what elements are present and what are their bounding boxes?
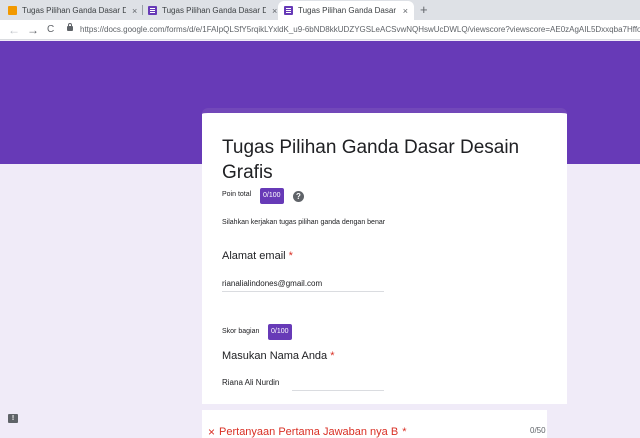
forms-icon — [284, 6, 293, 15]
incorrect-icon: × — [208, 425, 216, 438]
name-answer-underline — [292, 390, 384, 391]
name-question-title: Masukan Nama Anda * — [222, 350, 335, 362]
section-score-label: Skor bagian — [222, 328, 260, 335]
reload-button[interactable]: C — [47, 23, 54, 37]
browser-tab-1[interactable]: Tugas Pilihan Ganda Dasar Desai × — [2, 1, 143, 20]
required-asterisk: * — [330, 350, 335, 362]
question-label: Alamat email — [222, 250, 286, 262]
tab-title: Tugas Pilihan Ganda Dasar Desai — [298, 6, 397, 15]
question-label: Masukan Nama Anda — [222, 350, 328, 362]
required-asterisk: * — [288, 250, 293, 262]
help-icon[interactable]: ? — [293, 191, 304, 202]
close-tab-icon[interactable]: × — [403, 6, 408, 16]
required-asterisk: * — [402, 426, 407, 438]
question-score: 0/50 — [530, 426, 546, 435]
lock-icon[interactable] — [67, 23, 73, 31]
form-card: Tugas Pilihan Ganda Dasar Desain Grafis … — [202, 108, 567, 404]
question3-title: × Pertanyaan Pertama Jawaban nya B * — [208, 425, 406, 438]
question-card: × Pertanyaan Pertama Jawaban nya B * 0/5… — [202, 410, 547, 438]
close-tab-icon[interactable]: × — [132, 6, 137, 16]
classroom-icon — [8, 6, 17, 15]
section-score-badge: 0/100 — [268, 324, 292, 340]
back-button[interactable]: ← — [8, 23, 20, 37]
email-question-title: Alamat email * — [222, 250, 293, 262]
form-description: Silahkan kerjakan tugas pilihan ganda de… — [222, 219, 386, 226]
close-tab-icon[interactable]: × — [272, 6, 277, 16]
points-total-label: Poin total — [222, 191, 252, 198]
browser-tab-2[interactable]: Tugas Pilihan Ganda Dasar Desai × — [142, 1, 283, 20]
tab-strip: Tugas Pilihan Ganda Dasar Desai × Tugas … — [0, 0, 640, 20]
tab-title: Tugas Pilihan Ganda Dasar Desai — [162, 6, 266, 15]
forms-icon — [148, 6, 157, 15]
email-answer-underline — [222, 291, 384, 292]
question-label: Pertanyaan Pertama Jawaban nya B — [219, 426, 399, 438]
feedback-icon[interactable]: ! — [8, 414, 18, 423]
email-answer: rianalialindones@gmail.com — [222, 279, 323, 288]
forward-button[interactable]: → — [27, 23, 39, 37]
total-score-badge: 0/100 — [260, 188, 284, 204]
browser-toolbar: ← → C https://docs.google.com/forms/d/e/… — [0, 20, 640, 40]
browser-tab-3-active[interactable]: Tugas Pilihan Ganda Dasar Desai × — [278, 1, 414, 20]
tab-title: Tugas Pilihan Ganda Dasar Desai — [22, 6, 126, 15]
name-answer: Riana Ali Nurdin — [222, 378, 280, 387]
address-bar[interactable]: https://docs.google.com/forms/d/e/1FAIpQ… — [80, 25, 640, 34]
new-tab-button[interactable]: + — [420, 2, 428, 17]
form-title: Tugas Pilihan Ganda Dasar Desain Grafis — [222, 137, 520, 183]
